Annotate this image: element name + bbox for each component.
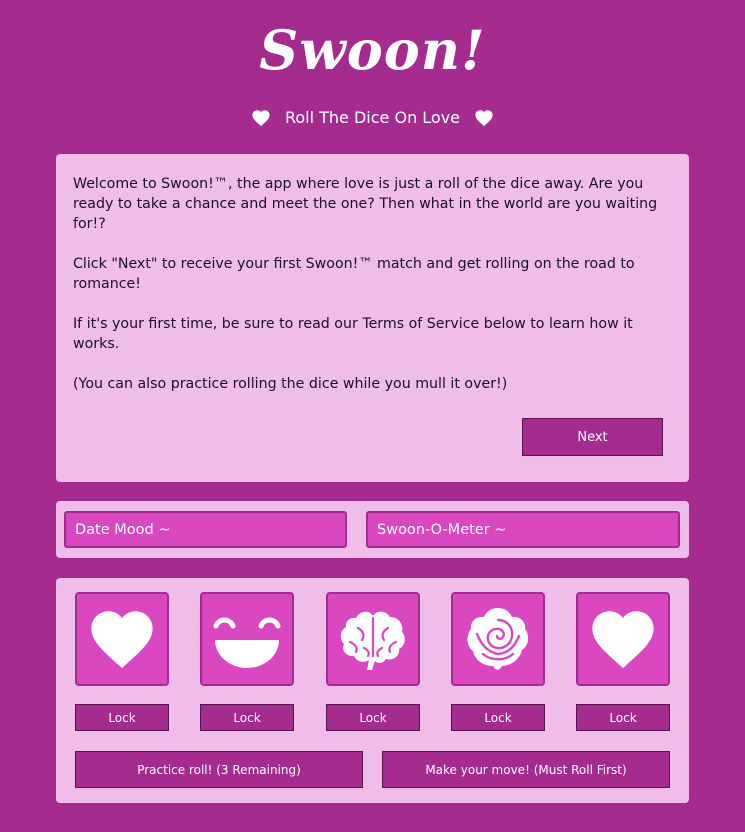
tagline: Roll The Dice On Love xyxy=(0,108,745,127)
welcome-paragraph: Welcome to Swoon!™, the app where love i… xyxy=(73,176,658,232)
meters-panel: Date Mood ~ Swoon-O-Meter ~ xyxy=(56,501,689,558)
heart-icon xyxy=(592,611,654,669)
brain-icon xyxy=(340,611,405,670)
tagline-text: Roll The Dice On Love xyxy=(284,108,461,127)
die-3 xyxy=(326,592,420,686)
next-button[interactable]: Next xyxy=(522,418,663,456)
make-your-move-button[interactable]: Make your move! (Must Roll First) xyxy=(382,751,670,788)
die-5 xyxy=(576,592,670,686)
app-logo: Swoon! xyxy=(259,18,486,82)
die-2 xyxy=(200,592,294,686)
welcome-paragraph: Click "Next" to receive your first Swoon… xyxy=(73,256,635,292)
heart-icon xyxy=(91,611,153,669)
rose-icon xyxy=(467,608,529,670)
lock-button-2[interactable]: Lock xyxy=(200,704,294,731)
lock-button-5[interactable]: Lock xyxy=(576,704,670,731)
die-4 xyxy=(451,592,545,686)
heart-icon xyxy=(252,109,270,126)
lock-button-3[interactable]: Lock xyxy=(326,704,420,731)
lock-button-1[interactable]: Lock xyxy=(75,704,169,731)
dice-panel: Lock Lock Lock Lock Lock Practice roll! … xyxy=(56,578,689,803)
swoon-o-meter: Swoon-O-Meter ~ xyxy=(366,511,680,548)
lock-button-4[interactable]: Lock xyxy=(451,704,545,731)
welcome-panel: Welcome to Swoon!™, the app where love i… xyxy=(56,154,689,482)
smile-icon xyxy=(213,617,281,668)
practice-roll-button[interactable]: Practice roll! (3 Remaining) xyxy=(75,751,363,788)
die-1 xyxy=(75,592,169,686)
welcome-paragraph: (You can also practice rolling the dice … xyxy=(73,376,508,392)
date-mood-meter: Date Mood ~ xyxy=(64,511,347,548)
welcome-paragraph: If it's your first time, be sure to read… xyxy=(73,316,633,352)
heart-icon xyxy=(475,109,493,126)
